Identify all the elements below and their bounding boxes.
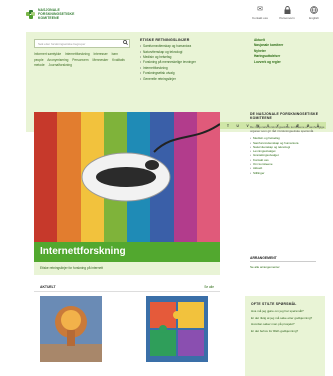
tag[interactable]: people <box>34 58 44 62</box>
globe-icon <box>310 6 318 14</box>
guidelines-column: ETISKE RETNINGSLINJER Samfunnsvitenskap … <box>140 38 240 82</box>
news-thumbnail-puzzle[interactable] <box>146 296 208 362</box>
logo-text: NASJONALE FORSKNINGSETISKE KOMITEENE <box>38 8 75 20</box>
tag[interactable]: barn <box>112 52 118 56</box>
tag[interactable]: Journalforskning <box>49 63 72 67</box>
puzzle-image <box>146 296 208 362</box>
tag[interactable]: Personvern <box>72 58 88 62</box>
lock-icon <box>283 6 291 14</box>
search-input[interactable]: Søk etter forskningsetiske begreper <box>38 42 121 46</box>
guideline-link[interactable]: Generelle retningslinjer <box>140 77 240 83</box>
tag[interactable]: Internettforskning <box>65 52 90 56</box>
search-icon[interactable] <box>121 40 129 47</box>
sidebar: DE NASJONALE FORSKNINGSETISKE KOMITEENE … <box>250 112 330 175</box>
tag[interactable]: Interesser <box>94 52 108 56</box>
guidelines-heading: ETISKE RETNINGSLINJER <box>140 38 190 42</box>
az-letter[interactable]: U <box>237 124 239 128</box>
computer-mouse-image <box>81 123 220 202</box>
language-link[interactable]: English <box>305 6 323 20</box>
az-letter[interactable]: T <box>227 124 229 128</box>
arrangement-link[interactable]: Se alle arrangementer <box>250 265 280 269</box>
search-field[interactable]: Søk etter forskningsetiske begreper <box>34 39 130 48</box>
explosion-image <box>40 296 102 362</box>
logo-icon <box>26 9 35 19</box>
news-header: AKTUELT Se alle <box>34 284 220 292</box>
divider <box>250 261 316 262</box>
faq-box: OFTE STILTE SPØRSMÅL Hva må jeg gjøre om… <box>245 296 325 376</box>
quick-links-column: Aktuelt Nasjonale komiteer Nyheter Hørin… <box>254 38 326 65</box>
top-links: ✉ Kontakt oss Personvern English <box>251 6 323 20</box>
tag[interactable]: Anonymisering <box>47 58 68 62</box>
news-title: AKTUELT <box>40 285 56 289</box>
privacy-link[interactable]: Personvern <box>278 6 296 20</box>
news-thumbnail-explosion[interactable] <box>40 296 102 362</box>
faq-question[interactable]: Hva må jeg gjøre om jeg har spørsmål? <box>251 309 319 313</box>
envelope-icon: ✉ <box>257 6 263 13</box>
arrangement-heading: ARRANGEMENT <box>250 256 277 260</box>
hero-banner[interactable]: Internettforskning <box>34 112 220 262</box>
tag[interactable]: Mennesker <box>92 58 108 62</box>
sidebar-heading: DE NASJONALE FORSKNINGSETISKE KOMITEENE <box>250 112 319 121</box>
tag[interactable]: Informert samtykke <box>34 52 61 56</box>
sidebar-link[interactable]: Stillinger <box>250 171 330 176</box>
tag-cloud: Informert samtykke Internettforskning In… <box>34 52 130 69</box>
faq-question[interactable]: Er det riktig at jeg må søke etter godkj… <box>251 316 319 320</box>
site-header: NASJONALE FORSKNINGSETISKE KOMITEENE ✉ K… <box>0 0 333 30</box>
faq-heading: OFTE STILTE SPØRSMÅL <box>251 302 297 306</box>
see-all-link[interactable]: Se alle <box>204 285 214 289</box>
sidebar-list: Medisin og helsefag Samfunnsvitenskap og… <box>250 136 330 175</box>
sidebar-intro: De nasjonale forskningsetiske komiteene … <box>250 124 325 134</box>
az-letter[interactable]: V <box>246 124 248 128</box>
faq-question[interactable]: Er det behov for REK-godkjenning? <box>251 329 319 333</box>
hero-title: Internettforskning <box>34 242 220 262</box>
contact-link[interactable]: ✉ Kontakt oss <box>251 6 269 20</box>
faq-question[interactable]: Hvordan søker man på prosjekt? <box>251 322 319 326</box>
hero-caption[interactable]: Etiske retningslinjer for forskning på i… <box>34 262 220 275</box>
quick-link[interactable]: Lovverk og regler <box>254 60 326 65</box>
site-logo[interactable]: NASJONALE FORSKNINGSETISKE KOMITEENE <box>26 8 74 20</box>
